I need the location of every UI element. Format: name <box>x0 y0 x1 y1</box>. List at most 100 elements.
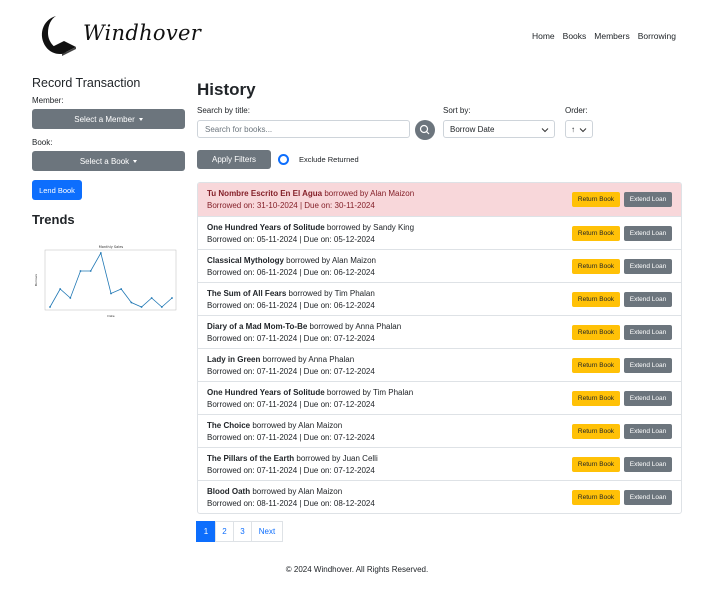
row-dates-line: Borrowed on: 07-11-2024 | Due on: 07-12-… <box>207 400 375 409</box>
record-transaction-title: Record Transaction <box>32 76 141 90</box>
chart-point <box>89 270 92 272</box>
member-name: Anna Phalan <box>308 355 355 364</box>
member-name: Alan Maizon <box>298 421 343 430</box>
lend-book-button[interactable]: Lend Book <box>32 180 82 200</box>
apply-filters-button[interactable]: Apply Filters <box>197 150 271 169</box>
extend-loan-button[interactable]: Extend Loan <box>624 391 672 406</box>
order-label: Order: <box>565 106 588 115</box>
return-book-button[interactable]: Return Book <box>572 424 620 439</box>
nav-books[interactable]: Books <box>563 31 587 41</box>
history-row: Blood Oath borrowed by Alan Maizon Borrow… <box>198 480 681 513</box>
caret-down-icon <box>138 117 143 121</box>
return-book-button[interactable]: Return Book <box>572 226 620 241</box>
select-member-dropdown[interactable]: Select a Member <box>32 109 185 129</box>
order-select[interactable]: ↑ <box>565 120 593 138</box>
extend-loan-button[interactable]: Extend Loan <box>624 192 672 207</box>
chart-point <box>150 297 153 299</box>
chart-point <box>110 292 112 295</box>
row-dates-line: Borrowed on: 07-11-2024 | Due on: 07-12-… <box>207 367 375 376</box>
row-title-line: One Hundred Years of Solitude borrowed b… <box>207 223 415 232</box>
return-book-button[interactable]: Return Book <box>572 490 620 505</box>
borrow-date: 07-11-2024 <box>256 334 298 343</box>
history-section: History Search by title: Search for book… <box>196 80 682 542</box>
select-book-dropdown[interactable]: Select a Book <box>32 151 185 171</box>
nav-borrowing[interactable]: Borrowing <box>638 31 676 41</box>
row-title-line: Tu Nombre Escrito En El Agua borrowed by… <box>207 189 415 198</box>
extend-loan-button[interactable]: Extend Loan <box>624 226 672 241</box>
brand-logo[interactable]: Windhover <box>36 14 201 58</box>
book-title: One Hundred Years of Solitude <box>207 223 325 232</box>
chart-point <box>59 288 62 290</box>
row-dates-line: Borrowed on: 07-11-2024 | Due on: 07-12-… <box>207 466 375 475</box>
history-row: Lady in Green borrowed by Anna Phalan Bor… <box>198 348 681 381</box>
extend-loan-button[interactable]: Extend Loan <box>624 424 672 439</box>
borrow-date: 08-11-2024 <box>256 499 298 508</box>
extend-loan-button[interactable]: Extend Loan <box>624 325 672 340</box>
borrow-date: 06-11-2024 <box>256 301 298 310</box>
chart-ylabel: Borrows <box>34 274 38 287</box>
row-title-line: Diary of a Mad Mom-To-Be borrowed by Ann… <box>207 322 402 331</box>
extend-loan-button[interactable]: Extend Loan <box>624 457 672 472</box>
crescent-book-icon <box>41 16 76 56</box>
due-date: 06-12-2024 <box>333 301 375 310</box>
footer-copyright: © 2024 Windhover. All Rights Reserved. <box>285 565 429 574</box>
sort-value: Borrow Date <box>450 124 495 134</box>
row-title-line: The Choice borrowed by Alan Maizon <box>207 421 343 430</box>
row-title-line: The Sum of All Fears borrowed by Tim Pha… <box>207 289 375 298</box>
member-name: Juan Celli <box>342 454 378 463</box>
member-name: Alan Maizon <box>370 189 415 198</box>
row-dates-line: Borrowed on: 07-11-2024 | Due on: 07-12-… <box>207 433 375 442</box>
exclude-returned-radio[interactable] <box>278 154 289 165</box>
borrow-date: 07-11-2024 <box>256 466 298 475</box>
chart-point <box>140 306 143 308</box>
chart-xlabel: Date <box>107 314 114 318</box>
nav-members[interactable]: Members <box>594 31 629 41</box>
select-book-label: Select a Book <box>79 156 130 166</box>
return-book-button[interactable]: Return Book <box>572 192 620 207</box>
due-date: 07-12-2024 <box>333 334 375 343</box>
history-row: One Hundred Years of Solitude borrowed b… <box>198 216 681 249</box>
extend-loan-button[interactable]: Extend Loan <box>624 259 672 274</box>
member-name: Alan Maizon <box>298 487 343 496</box>
history-row: One Hundred Years of Solitude borrowed b… <box>198 381 681 414</box>
history-row: The Sum of All Fears borrowed by Tim Pha… <box>198 282 681 315</box>
search-input[interactable]: Search for books... <box>197 120 410 138</box>
chart-point <box>69 297 72 299</box>
search-button[interactable] <box>415 120 435 140</box>
due-date: 07-12-2024 <box>333 400 375 409</box>
nav-home[interactable]: Home <box>532 31 555 41</box>
sort-select[interactable]: Borrow Date <box>443 120 555 138</box>
due-date: 06-12-2024 <box>333 268 375 277</box>
chart-title: Monthly Sales <box>99 245 124 249</box>
chart-point <box>49 306 51 308</box>
row-title-line: Blood Oath borrowed by Alan Maizon <box>207 487 343 496</box>
page-3-link[interactable]: 3 <box>233 521 252 542</box>
sort-label: Sort by: <box>443 106 471 115</box>
extend-loan-button[interactable]: Extend Loan <box>624 358 672 373</box>
next-page-link[interactable]: Next <box>251 521 283 542</box>
row-title-line: Lady in Green borrowed by Anna Phalan <box>207 355 355 364</box>
due-date: 07-12-2024 <box>333 367 375 376</box>
book-title: Blood Oath <box>207 487 251 496</box>
row-dates-line: Borrowed on: 08-11-2024 | Due on: 08-12-… <box>207 499 375 508</box>
return-book-button[interactable]: Return Book <box>572 259 620 274</box>
page-1-link[interactable]: 1 <box>196 521 216 542</box>
return-book-button[interactable]: Return Book <box>572 457 620 472</box>
member-name: Alan Maizon <box>331 256 376 265</box>
history-row: Diary of a Mad Mom-To-Be borrowed by Ann… <box>198 315 681 348</box>
return-book-button[interactable]: Return Book <box>572 292 620 307</box>
row-title-line: The Pillars of the Earth borrowed by Jua… <box>207 454 378 463</box>
exclude-returned-label: Exclude Returned <box>299 155 359 164</box>
trends-title: Trends <box>32 212 75 227</box>
return-book-button[interactable]: Return Book <box>572 325 620 340</box>
history-row: The Pillars of the Earth borrowed by Jua… <box>198 447 681 480</box>
return-book-button[interactable]: Return Book <box>572 358 620 373</box>
extend-loan-button[interactable]: Extend Loan <box>624 292 672 307</box>
due-date: 07-12-2024 <box>333 466 375 475</box>
book-title: Classical Mythology <box>207 256 284 265</box>
return-book-button[interactable]: Return Book <box>572 391 620 406</box>
book-title: The Sum of All Fears <box>207 289 287 298</box>
page-2-link[interactable]: 2 <box>215 521 234 542</box>
due-date: 08-12-2024 <box>333 499 375 508</box>
extend-loan-button[interactable]: Extend Loan <box>624 490 672 505</box>
